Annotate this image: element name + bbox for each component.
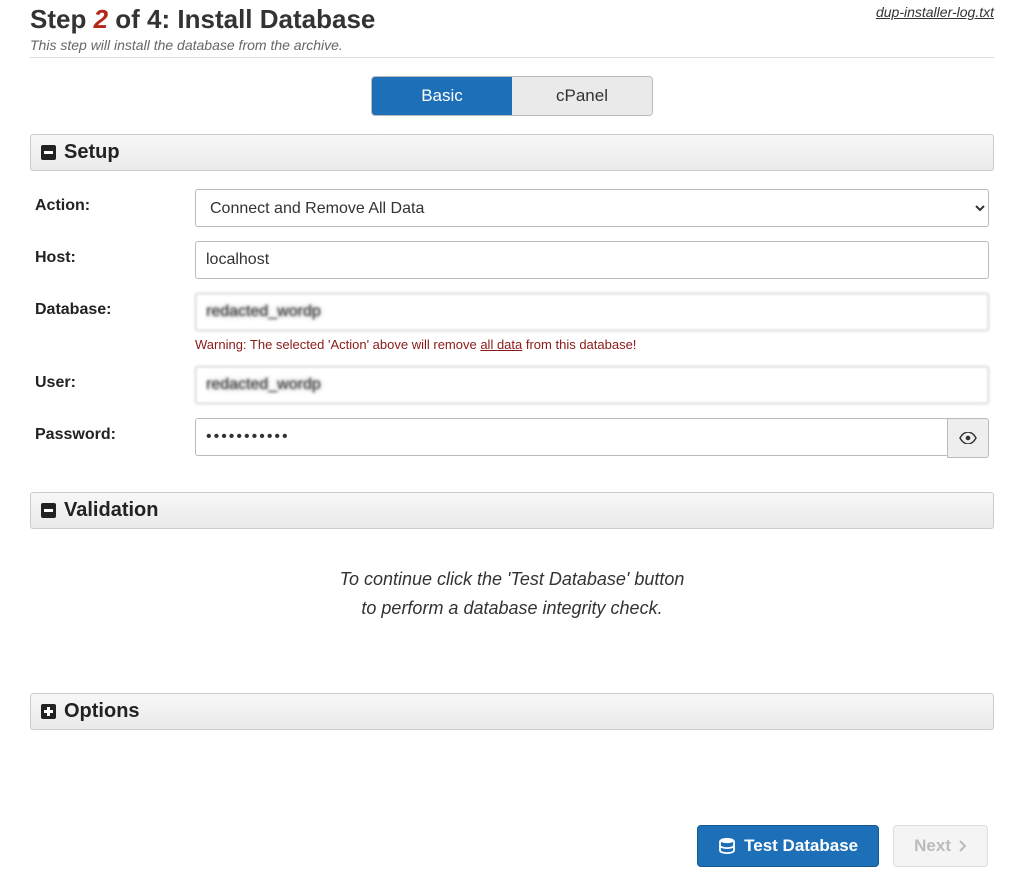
section-validation-title: Validation bbox=[64, 499, 158, 522]
host-label: Host: bbox=[35, 241, 195, 267]
toggle-password-visibility-button[interactable] bbox=[947, 418, 989, 458]
validation-line1: To continue click the 'Test Database' bu… bbox=[340, 569, 685, 589]
database-icon bbox=[718, 837, 736, 855]
step-number: 2 bbox=[94, 4, 108, 34]
db-warning-suffix: from this database! bbox=[522, 337, 636, 352]
user-label: User: bbox=[35, 366, 195, 392]
step-name: Install Database bbox=[177, 4, 375, 34]
database-warning: Warning: The selected 'Action' above wil… bbox=[195, 337, 989, 352]
tab-bar: Basic cPanel bbox=[30, 76, 994, 116]
eye-icon bbox=[959, 432, 977, 444]
password-input[interactable] bbox=[195, 418, 947, 456]
test-database-button[interactable]: Test Database bbox=[697, 825, 879, 867]
section-setup-header[interactable]: Setup bbox=[30, 134, 994, 171]
installer-log-link[interactable]: dup-installer-log.txt bbox=[876, 4, 994, 20]
action-label: Action: bbox=[35, 189, 195, 215]
step-subtitle: This step will install the database from… bbox=[30, 37, 375, 53]
database-input[interactable] bbox=[195, 293, 989, 331]
db-warning-prefix: Warning: The selected 'Action' above wil… bbox=[195, 337, 480, 352]
tab-cpanel[interactable]: cPanel bbox=[512, 77, 652, 115]
next-label: Next bbox=[914, 836, 951, 856]
minus-icon bbox=[41, 503, 56, 518]
page-title: Step 2 of 4: Install Database bbox=[30, 4, 375, 35]
plus-icon bbox=[41, 704, 56, 719]
section-validation-header[interactable]: Validation bbox=[30, 492, 994, 529]
step-mid: of 4: bbox=[108, 4, 177, 34]
minus-icon bbox=[41, 145, 56, 160]
section-setup-title: Setup bbox=[64, 141, 120, 164]
next-button[interactable]: Next bbox=[893, 825, 988, 867]
validation-message: To continue click the 'Test Database' bu… bbox=[30, 529, 994, 693]
setup-body: Action: Connect and Remove All Data Host… bbox=[30, 171, 994, 492]
chevron-right-icon bbox=[959, 840, 967, 852]
host-input[interactable] bbox=[195, 241, 989, 279]
section-options-title: Options bbox=[64, 700, 140, 723]
password-label: Password: bbox=[35, 418, 195, 444]
step-prefix: Step bbox=[30, 4, 94, 34]
section-options-header[interactable]: Options bbox=[30, 693, 994, 730]
validation-line2: to perform a database integrity check. bbox=[361, 598, 662, 618]
action-select[interactable]: Connect and Remove All Data bbox=[195, 189, 989, 227]
test-database-label: Test Database bbox=[744, 836, 858, 856]
database-label: Database: bbox=[35, 293, 195, 319]
db-warning-link: all data bbox=[480, 337, 522, 352]
header-divider bbox=[30, 57, 994, 58]
tab-basic[interactable]: Basic bbox=[372, 77, 512, 115]
user-input[interactable] bbox=[195, 366, 989, 404]
